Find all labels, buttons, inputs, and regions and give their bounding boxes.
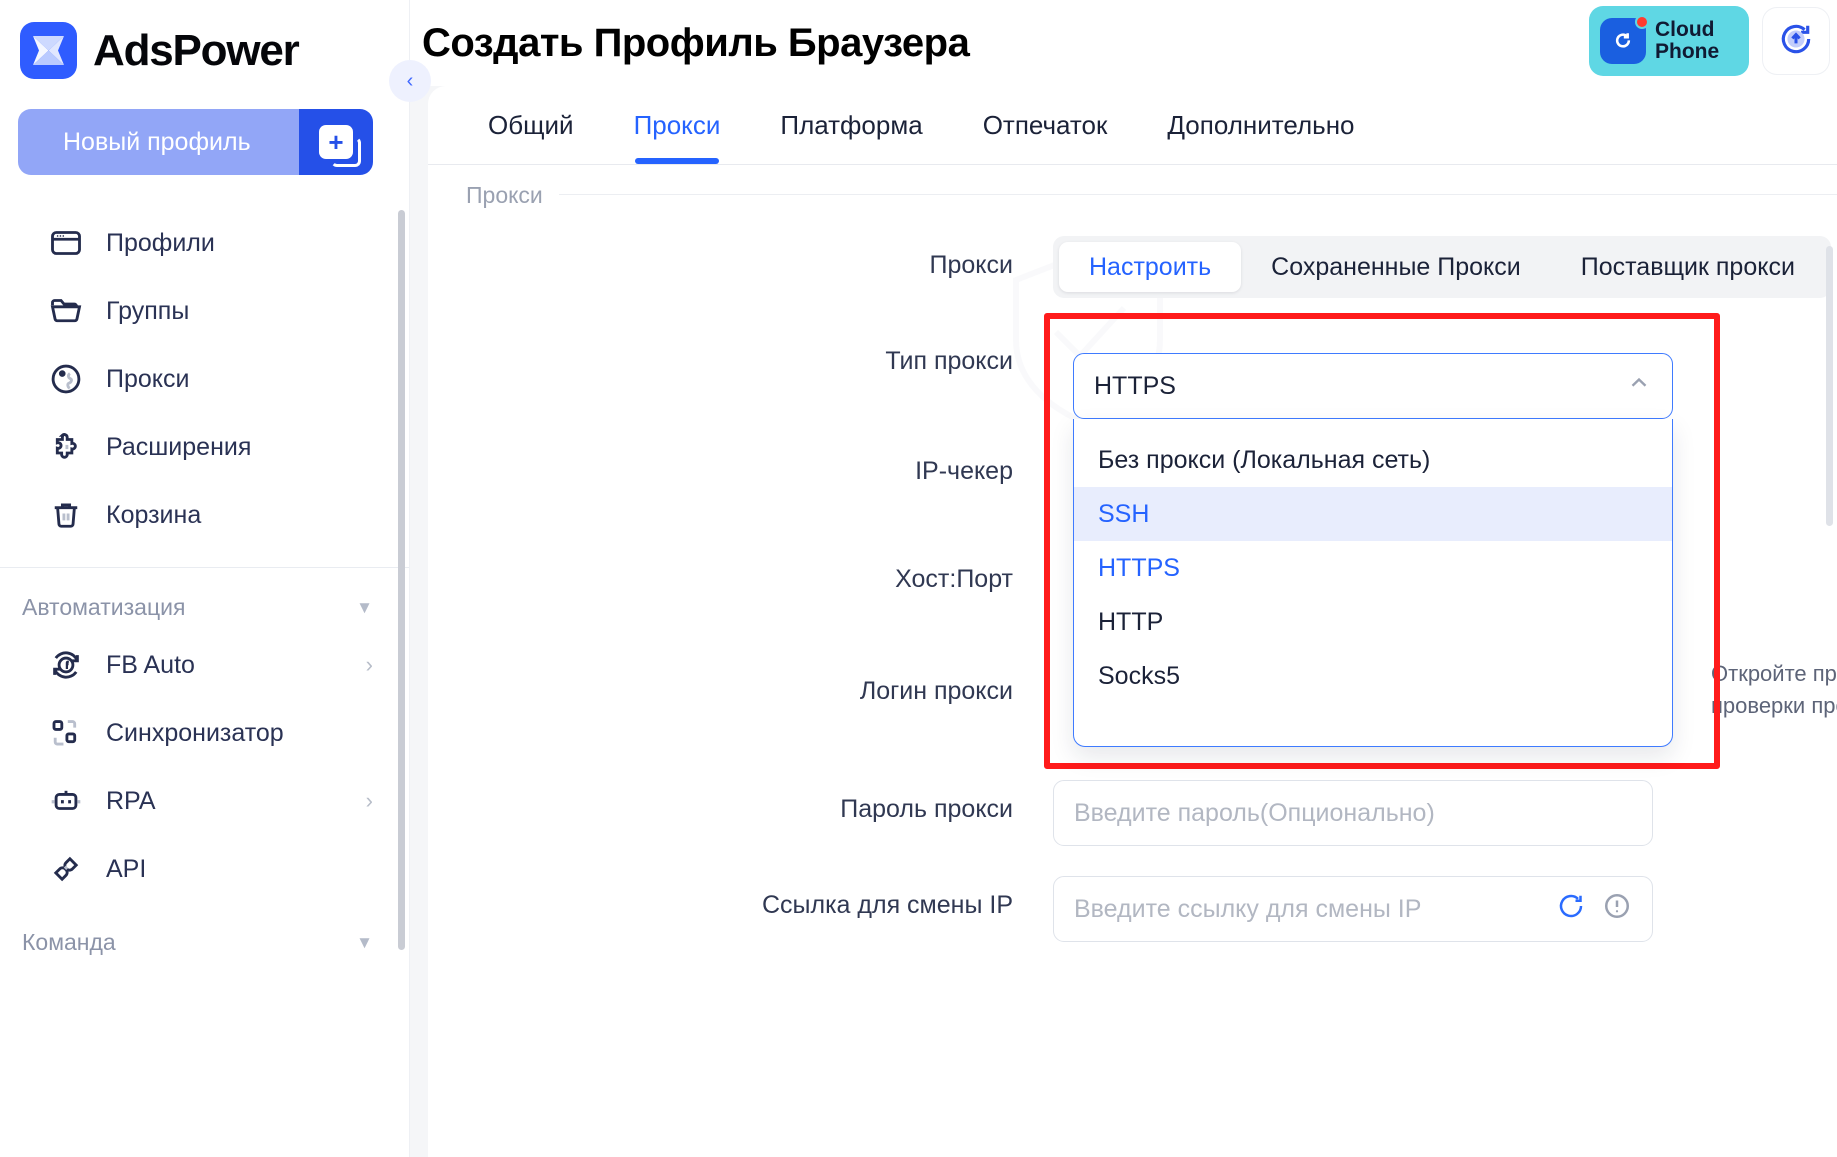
- proxy-password-input[interactable]: Введите пароль(Опционально): [1053, 780, 1653, 846]
- puzzle-icon: [48, 429, 84, 465]
- proxy-type-value: HTTPS: [1094, 371, 1176, 400]
- sidebar-item-label: Профили: [106, 228, 215, 257]
- sidebar-group-label: Автоматизация: [22, 594, 186, 620]
- robot-icon: [48, 783, 84, 819]
- refresh-icon[interactable]: [1556, 891, 1586, 928]
- ip-change-link-label: Ссылка для смены IP: [761, 891, 1013, 919]
- cloud-phone-label: Cloud Phone: [1655, 17, 1720, 63]
- cloud-phone-button[interactable]: Cloud Phone: [1589, 6, 1749, 76]
- add-profile-icon[interactable]: +: [299, 109, 373, 175]
- upload-sync-icon: [1777, 20, 1815, 63]
- sidebar-item-label: FB Auto: [106, 650, 195, 679]
- header-actions: Cloud Phone: [1589, 6, 1829, 76]
- tab-general[interactable]: Общий: [458, 86, 604, 164]
- proxy-type-dropdown-list: Без прокси (Локальная сеть) SSH HTTPS HT…: [1073, 419, 1673, 747]
- sidebar-item-label: API: [106, 854, 147, 883]
- segment-proxy-provider[interactable]: Поставщик прокси: [1551, 242, 1825, 292]
- sidebar-item-groups[interactable]: Группы: [0, 277, 409, 345]
- sidebar-item-label: Группы: [106, 296, 190, 325]
- sidebar-item-extensions[interactable]: Расширения: [0, 413, 409, 481]
- sidebar-item-rpa[interactable]: RPA ›: [0, 767, 409, 835]
- new-profile-button[interactable]: Новый профиль +: [18, 109, 373, 175]
- sidebar: AdsPower Новый профиль + Профили Группы …: [0, 0, 410, 1157]
- sidebar-group-automation[interactable]: Автоматизация ▼: [0, 568, 409, 631]
- tab-advanced[interactable]: Дополнительно: [1137, 86, 1384, 164]
- info-circle-icon[interactable]: [1602, 891, 1632, 928]
- sidebar-item-label: Расширения: [106, 432, 252, 461]
- trash-icon: [48, 497, 84, 533]
- sidebar-item-fb-auto[interactable]: FB Auto ›: [0, 631, 409, 699]
- section-legend: Прокси: [466, 182, 559, 209]
- sidebar-item-label: RPA: [106, 786, 156, 815]
- dropdown-option-https[interactable]: HTTPS: [1074, 541, 1672, 595]
- collapse-sidebar-button[interactable]: ‹: [389, 60, 431, 102]
- brand-name: AdsPower: [93, 25, 300, 75]
- facebook-refresh-icon: [48, 647, 84, 683]
- sidebar-item-label: Корзина: [106, 500, 202, 529]
- proxy-type-select-trigger[interactable]: HTTPS: [1073, 353, 1673, 419]
- tab-fingerprint[interactable]: Отпечаток: [953, 86, 1138, 164]
- proxy-check-hint: Откройте профиль для проверки прокси: [1711, 661, 1837, 718]
- sidebar-nav: Профили Группы Прокси Расширения Корзина: [0, 209, 409, 549]
- sidebar-item-proxies[interactable]: Прокси: [0, 345, 409, 413]
- globe-pin-icon: [48, 361, 84, 397]
- plug-icon: [48, 851, 84, 887]
- chevron-up-icon[interactable]: [1626, 370, 1652, 402]
- proxy-mode-segmented: Настроить Сохраненные Прокси Поставщик п…: [1053, 236, 1831, 298]
- sidebar-item-profiles[interactable]: Профили: [0, 209, 409, 277]
- proxy-password-label: Пароль прокси: [840, 795, 1013, 823]
- tab-bar: Общий Прокси Платформа Отпечаток Дополни…: [428, 86, 1837, 164]
- proxy-password-placeholder: Введите пароль(Опционально): [1074, 798, 1435, 827]
- section-divider: [466, 194, 1837, 195]
- notification-dot: [1635, 15, 1649, 29]
- host-port-label: Хост:Порт: [895, 565, 1013, 593]
- sidebar-group-label: Команда: [22, 929, 116, 955]
- content-scrollbar[interactable]: [1826, 246, 1833, 526]
- adspower-logo-icon: [20, 22, 77, 79]
- ip-checker-label: IP-чекер: [915, 457, 1013, 485]
- browser-window-icon: [48, 225, 84, 261]
- cloud-phone-icon: [1600, 15, 1649, 64]
- proxy-type-select: HTTPS Без прокси (Локальная сеть) SSH HT…: [1073, 353, 1673, 747]
- sidebar-item-trash[interactable]: Корзина: [0, 481, 409, 549]
- proxy-mode-label: Прокси: [929, 251, 1013, 279]
- dropdown-option-socks5[interactable]: Socks5: [1074, 649, 1672, 703]
- header: Создать Профиль Браузера Cloud Phone: [410, 0, 1837, 86]
- row-proxy-password: Пароль прокси Введите пароль(Опционально…: [428, 780, 1837, 846]
- sidebar-item-label: Синхронизатор: [106, 718, 284, 747]
- new-profile-label: Новый профиль: [18, 109, 299, 175]
- chevron-right-icon: ›: [365, 652, 373, 677]
- segment-configure[interactable]: Настроить: [1059, 242, 1242, 292]
- sidebar-item-synchronizer[interactable]: Синхронизатор: [0, 699, 409, 767]
- dropdown-option-http[interactable]: HTTP: [1074, 595, 1672, 649]
- sidebar-group-team[interactable]: Команда ▼: [0, 903, 409, 966]
- chevron-down-icon: ▼: [356, 597, 373, 617]
- ip-change-link-input[interactable]: Введите ссылку для смены IP: [1053, 876, 1653, 942]
- segment-saved-proxies[interactable]: Сохраненные Прокси: [1241, 242, 1551, 292]
- ip-change-link-placeholder: Введите ссылку для смены IP: [1074, 894, 1422, 923]
- upload-sync-button[interactable]: [1763, 8, 1829, 74]
- dropdown-option-ssh[interactable]: SSH: [1074, 487, 1672, 541]
- page-title: Создать Профиль Браузера: [422, 20, 970, 65]
- sidebar-scrollbar[interactable]: [398, 210, 405, 950]
- folder-icon: [48, 293, 84, 329]
- dropdown-option-no-proxy[interactable]: Без прокси (Локальная сеть): [1074, 433, 1672, 487]
- chevron-right-icon: ›: [365, 788, 373, 813]
- sidebar-item-api[interactable]: API: [0, 835, 409, 903]
- row-proxy-mode: Прокси Настроить Сохраненные Прокси Пост…: [428, 236, 1837, 298]
- proxy-login-label: Логин прокси: [859, 677, 1013, 705]
- tab-platform[interactable]: Платформа: [750, 86, 952, 164]
- brand: AdsPower: [0, 0, 409, 79]
- chevron-down-icon: ▼: [356, 932, 373, 952]
- main-area: ‹ Создать Профиль Браузера Cloud Phone О…: [389, 0, 1837, 1157]
- tab-divider: [428, 164, 1837, 165]
- proxy-type-label: Тип прокси: [885, 347, 1013, 375]
- sync-nodes-icon: [48, 715, 84, 751]
- row-ip-change-link: Ссылка для смены IP Введите ссылку для с…: [428, 876, 1837, 942]
- sidebar-item-label: Прокси: [106, 364, 190, 393]
- tab-proxy[interactable]: Прокси: [604, 86, 751, 164]
